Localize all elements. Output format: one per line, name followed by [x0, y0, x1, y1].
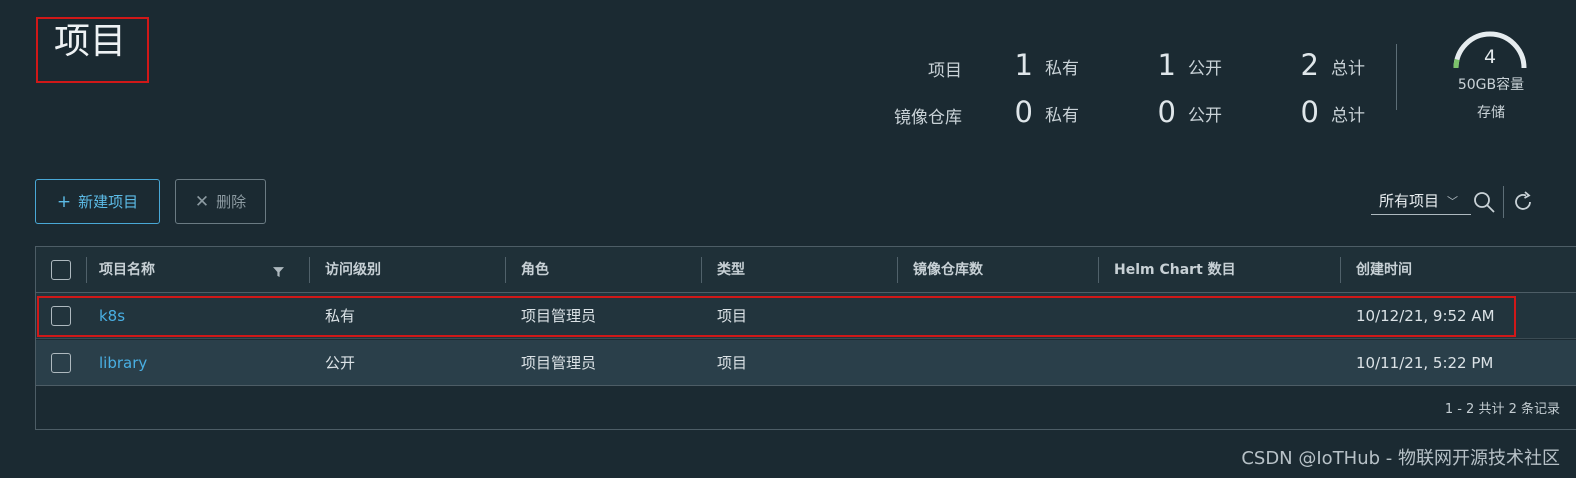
project-filter-select[interactable]: 所有项目 ﹀ — [1371, 187, 1471, 215]
chevron-down-icon: ﹀ — [1447, 194, 1459, 208]
table-header: 项目名称 访问级别 角色 类型 镜像仓库数 Helm Chart 数目 创建时间 — [36, 247, 1576, 293]
stat-projects-public-label: 公开 — [1188, 59, 1222, 79]
stat-projects-private-label: 私有 — [1045, 59, 1079, 79]
column-header-name[interactable]: 项目名称 — [99, 247, 155, 293]
plus-icon: + — [56, 191, 72, 212]
stats-divider — [1396, 44, 1397, 110]
column-header-access[interactable]: 访问级别 — [325, 247, 381, 293]
stat-projects-public-num: 1 — [1157, 48, 1176, 82]
stat-projects-total-label: 总计 — [1331, 59, 1365, 79]
access-level: 公开 — [325, 354, 356, 372]
stat-repos-total-num: 0 — [1300, 95, 1319, 129]
role: 项目管理员 — [521, 354, 597, 372]
search-icon[interactable] — [1472, 190, 1496, 214]
storage-value: 4 — [1483, 46, 1497, 68]
column-separator — [701, 257, 702, 283]
project-filter-value: 所有项目 — [1379, 192, 1440, 210]
delete-label: 删除 — [216, 193, 247, 211]
storage-capacity: 50GB容量 — [1457, 77, 1525, 93]
created-time: 10/11/21, 5:22 PM — [1356, 354, 1494, 372]
new-project-label: 新建项目 — [78, 193, 139, 211]
select-all-checkbox[interactable] — [51, 260, 71, 280]
stat-repos-private-label: 私有 — [1045, 106, 1079, 126]
close-icon: ✕ — [194, 191, 210, 212]
refresh-icon[interactable] — [1511, 190, 1535, 214]
stat-projects-total-num: 2 — [1300, 48, 1319, 82]
project-name-link[interactable]: library — [99, 340, 147, 386]
filter-icon[interactable] — [273, 266, 284, 277]
row-highlight-box — [37, 296, 1516, 337]
column-separator — [897, 257, 898, 283]
stat-label-repos: 镜像仓库 — [894, 108, 962, 128]
column-separator — [505, 257, 506, 283]
storage-label: 存储 — [1477, 105, 1505, 121]
column-header-type[interactable]: 类型 — [717, 247, 745, 293]
stat-repos-public-label: 公开 — [1188, 106, 1222, 126]
page-title: 项目 — [54, 21, 127, 62]
delete-button[interactable]: ✕ 删除 — [175, 179, 266, 224]
stat-projects-private-num: 1 — [1014, 48, 1033, 82]
type: 项目 — [717, 354, 748, 372]
column-header-chart-count[interactable]: Helm Chart 数目 — [1114, 247, 1236, 293]
column-separator — [1340, 257, 1341, 283]
column-separator — [86, 257, 87, 283]
stat-repos-public-num: 0 — [1157, 95, 1176, 129]
column-header-repo-count[interactable]: 镜像仓库数 — [913, 247, 983, 293]
new-project-button[interactable]: + 新建项目 — [35, 179, 160, 224]
column-separator — [309, 257, 310, 283]
stat-repos-total-label: 总计 — [1331, 106, 1365, 126]
column-header-role[interactable]: 角色 — [521, 247, 549, 293]
table-row[interactable]: library 公开 项目管理员 项目 10/11/21, 5:22 PM — [36, 340, 1576, 386]
toolbar-divider — [1503, 186, 1504, 218]
row-checkbox[interactable] — [51, 353, 71, 373]
stat-label-projects: 项目 — [928, 61, 962, 81]
pagination-summary: 1 - 2 共计 2 条记录 — [1444, 402, 1560, 417]
projects-table: 项目名称 访问级别 角色 类型 镜像仓库数 Helm Chart 数目 创建时间… — [35, 246, 1576, 430]
column-header-created[interactable]: 创建时间 — [1356, 247, 1412, 293]
stat-repos-private-num: 0 — [1014, 95, 1033, 129]
watermark: CSDN @IoTHub - 物联网开源技术社区 — [1241, 448, 1560, 469]
column-separator — [1098, 257, 1099, 283]
